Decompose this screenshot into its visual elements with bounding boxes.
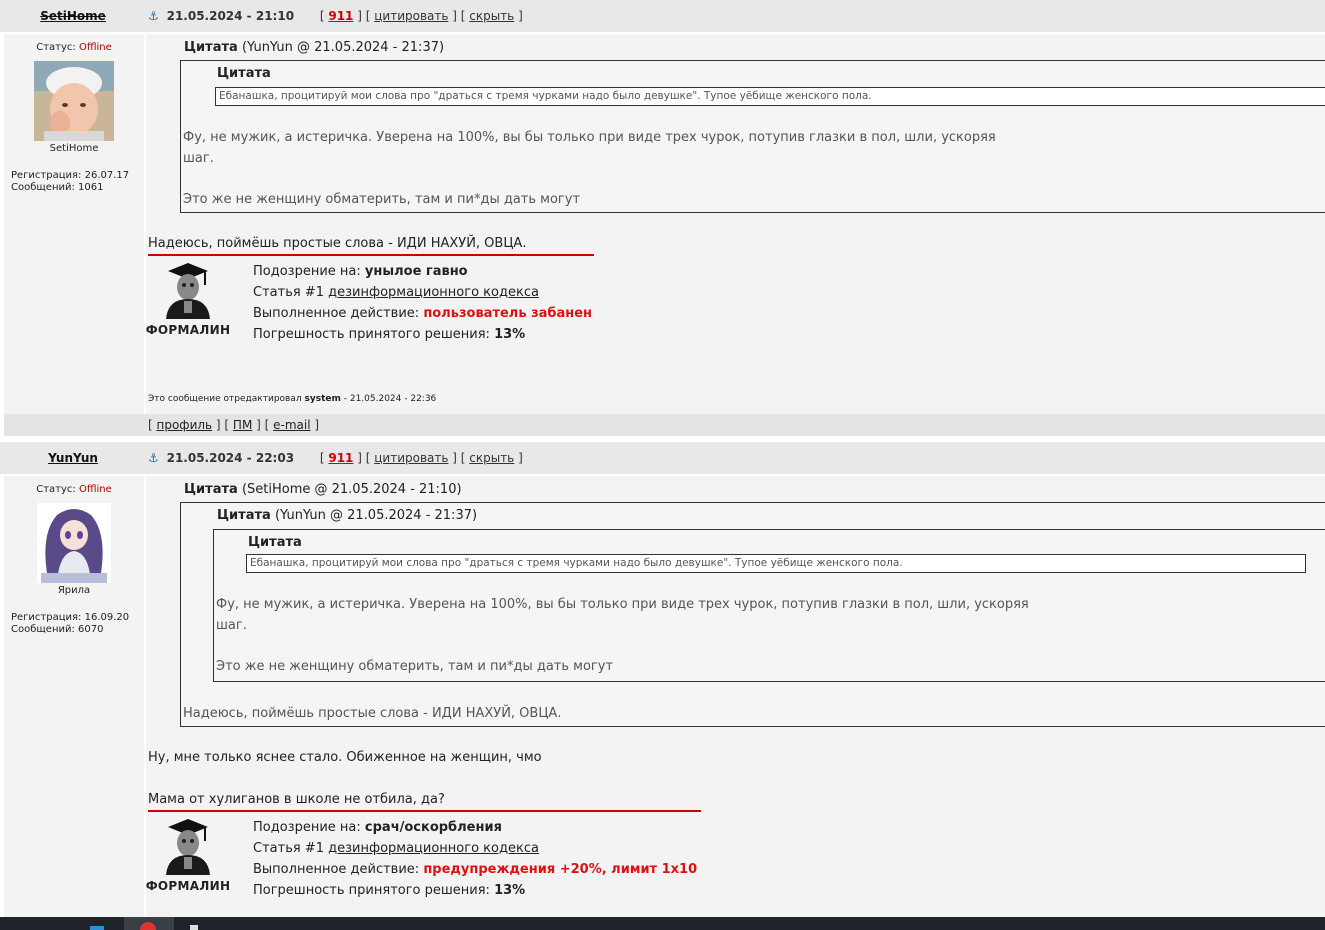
avatar-caption: Ярила [57,585,91,596]
quote-link[interactable]: цитировать [374,451,448,465]
inner-quote-text: Ебанашка, процитируй мои слова про "драт… [215,87,1325,106]
email-link[interactable]: e-mail [273,418,310,432]
quote-body: Фу, не мужик, а истеричка. Уверена на 10… [183,130,996,207]
status-offline: Offline [78,42,112,53]
hide-link[interactable]: скрыть [469,451,514,465]
hide-link[interactable]: скрыть [469,9,514,23]
quote-box: Цитата (YunYun @ 21.05.2024 - 21:37) Цит… [180,502,1325,727]
mid-quote-title: Цитата (YunYun @ 21.05.2024 - 21:37) [217,508,478,523]
moderator-bot: ФОРМАЛИН [140,261,236,337]
moderator-name: ФОРМАЛИН [145,879,231,893]
moderation-divider [148,254,594,256]
inner-quote-title: Цитата [248,535,302,550]
post-content: Цитата (SetiHome @ 21.05.2024 - 21:10) Ц… [146,476,1325,917]
user-stats: Регистрация: 16.09.20 Сообщений: 6070 [11,612,144,636]
post-content: Цитата (YunYun @ 21.05.2024 - 21:37) Цит… [146,34,1325,414]
quote-body: Фу, не мужик, а истеричка. Уверена на 10… [216,597,1029,674]
user-stats: Регистрация: 26.07.17 Сообщений: 1061 [11,170,144,194]
post-1: SetiHome ⚓ 21.05.2024 - 21:10 [ 911 ] [ … [0,0,1325,440]
avatar-caption: SetiHome [49,143,99,154]
post-header: SetiHome ⚓ 21.05.2024 - 21:10 [ 911 ] [ … [0,0,1325,32]
moderator-avatar-icon [160,261,216,319]
nested-quote-box: Цитата Ебанашка, процитируй мои слова пр… [213,529,1325,682]
quote-link[interactable]: цитировать [374,9,448,23]
moderation-verdict: Подозрение на: унылое гавно Статья #1 де… [253,264,593,342]
avatar [37,503,111,583]
post-date: 21.05.2024 - 22:03 [166,451,295,465]
user-sidebar: Статус: Offline SetiHome Регистрация: 26… [4,34,144,414]
action-value: предупреждения +20%, лимит 1x10 [423,862,698,877]
moderator-avatar-icon [160,817,216,875]
post-meta: ⚓ 21.05.2024 - 21:10 [ 911 ] [ цитироват… [148,9,523,23]
moderation-verdict: Подозрение на: срач/оскорбления Статья #… [253,820,698,898]
message-count: Сообщений: 6070 [11,624,104,635]
post-body-text: Ну, мне только яснее стало. Обиженное на… [148,750,542,765]
avatar [34,61,114,141]
author-link[interactable]: YunYun [4,442,142,474]
anchor-icon[interactable]: ⚓ [148,9,159,23]
status-offline: Offline [78,484,112,495]
user-status: Статус: Offline [36,484,112,495]
moderation-divider [148,810,701,812]
message-count: Сообщений: 1061 [11,182,104,193]
post-2: YunYun ⚓ 21.05.2024 - 22:03 [ 911 ] [ ци… [0,442,1325,917]
post-header: YunYun ⚓ 21.05.2024 - 22:03 [ 911 ] [ ци… [0,442,1325,474]
quote-box: Цитата Ебанашка, процитируй мои слова пр… [180,60,1325,213]
inner-quote-text: Ебанашка, процитируй мои слова про "драт… [246,554,1306,573]
anchor-icon[interactable]: ⚓ [148,451,159,465]
registration-date: Регистрация: 16.09.20 [11,612,130,623]
quote-header: Цитата (YunYun @ 21.05.2024 - 21:37) [184,40,445,55]
moderator-name: ФОРМАЛИН [145,323,231,337]
reply-count-link[interactable]: 911 [328,451,353,465]
profile-link[interactable]: профиль [157,418,213,432]
post-body-text: Надеюсь, поймёшь простые слова - ИДИ НАХ… [148,236,527,251]
reply-count-link[interactable]: 911 [328,9,353,23]
taskbar-app-icon-2[interactable] [190,925,198,930]
moderator-bot: ФОРМАЛИН [140,817,236,893]
code-article-link[interactable]: дезинформационного кодекса [328,841,539,856]
inner-quote-title: Цитата [217,66,271,81]
quote-header: Цитата (SetiHome @ 21.05.2024 - 21:10) [184,482,462,497]
author-link[interactable]: SetiHome [4,0,142,32]
post-body-text-2: Мама от хулиганов в школе не отбила, да? [148,792,445,807]
action-value: пользователь забанен [423,306,593,321]
user-sidebar: Статус: Offline Ярила Регистрация: 16.09… [4,476,144,917]
registration-date: Регистрация: 26.07.17 [11,170,130,181]
code-article-link[interactable]: дезинформационного кодекса [328,285,539,300]
pm-link[interactable]: ПМ [233,418,252,432]
user-status: Статус: Offline [36,42,112,53]
post-date: 21.05.2024 - 21:10 [166,9,295,23]
post-footer: [ профиль ] [ ПМ ] [ e-mail ] [4,414,1325,436]
taskbar-app-icon[interactable] [90,926,104,930]
edited-note: Это сообщение отредактировал system - 21… [148,394,437,404]
post-meta: ⚓ 21.05.2024 - 22:03 [ 911 ] [ цитироват… [148,451,523,465]
outer-quote-line: Надеюсь, поймёшь простые слова - ИДИ НАХ… [183,706,562,721]
os-taskbar [0,917,1325,930]
